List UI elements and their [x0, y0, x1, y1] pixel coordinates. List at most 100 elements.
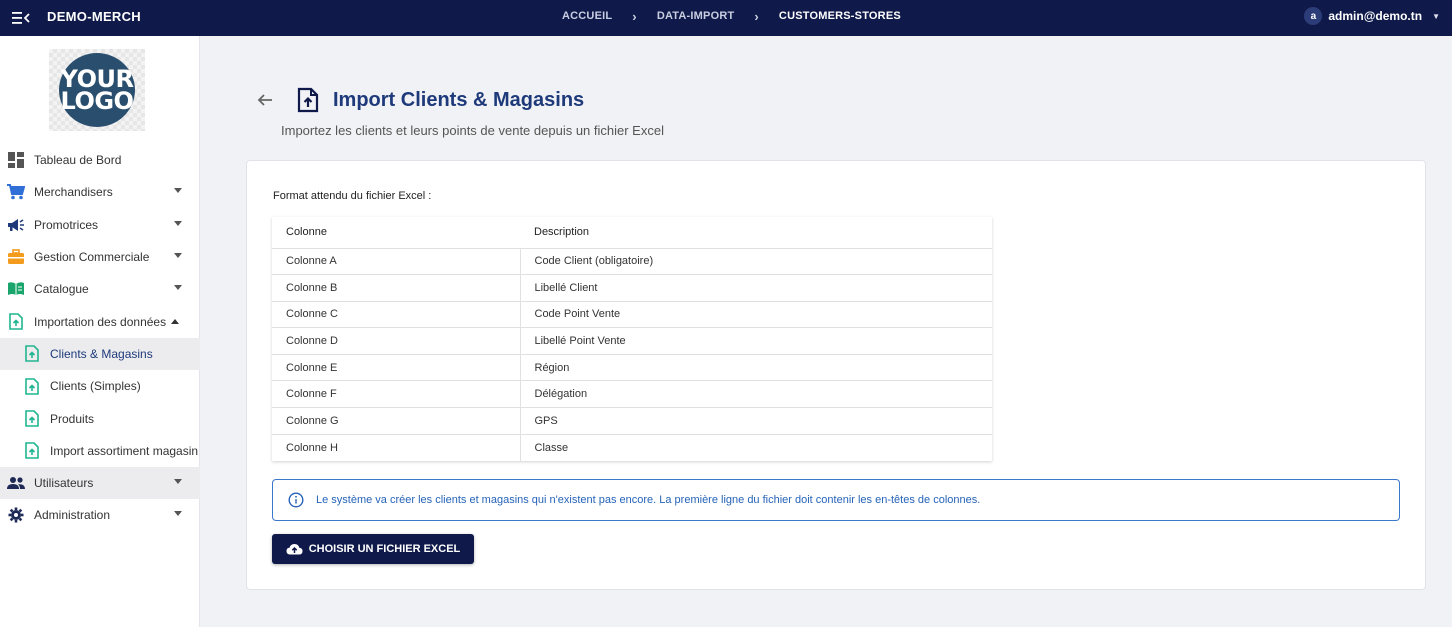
table-cell: Colonne E — [272, 354, 521, 382]
briefcase-icon — [7, 248, 25, 266]
file-upload-icon — [23, 345, 41, 363]
table-cell: Libellé Point Vente — [520, 327, 992, 355]
gear-icon — [7, 506, 25, 524]
table-row: Colonne F Délégation — [272, 380, 992, 409]
choose-excel-file-button[interactable]: CHOISIR UN FICHIER EXCEL — [272, 534, 474, 564]
file-upload-icon — [23, 442, 41, 460]
chevron-right-icon: › — [632, 8, 637, 24]
user-email: admin@demo.tn — [1328, 9, 1423, 23]
sidebar-nav: Tableau de Bord Merchandisers Promotrice… — [0, 144, 200, 532]
sidebar-item-tableau-de-bord[interactable]: Tableau de Bord — [0, 144, 200, 176]
breadcrumb-customers-stores: CUSTOMERS-STORES — [778, 10, 901, 22]
column-header: Description — [520, 217, 992, 249]
page-subtitle: Importez les clients et leurs points de … — [281, 123, 664, 138]
table-row: Colonne H Classe — [272, 434, 992, 461]
sidebar-item-import-assortiment-magasin[interactable]: Import assortiment magasin — [0, 435, 200, 467]
dashboard-icon — [7, 151, 25, 169]
chevron-down-icon — [174, 511, 182, 517]
table-cell: Classe — [534, 441, 569, 454]
sidebar-item-label: Utilisateurs — [34, 476, 94, 491]
table-cell: Libellé Client — [520, 274, 992, 302]
logo-mark: YOUR LOGO — [59, 53, 135, 127]
table-cell: Colonne F — [272, 380, 521, 409]
table-cell: Code Point Vente — [520, 301, 992, 329]
megaphone-icon — [7, 216, 25, 234]
sidebar-item-utilisateurs[interactable]: Utilisateurs — [0, 466, 200, 500]
table-cell: Colonne G — [272, 407, 521, 435]
table-row: Colonne C Code Point Vente — [272, 301, 992, 329]
sidebar-item-label: Importation des données — [34, 314, 167, 329]
caret-down-icon: ▼ — [1432, 11, 1440, 21]
book-icon — [7, 280, 25, 298]
chevron-up-icon — [171, 319, 180, 325]
sidebar-item-promotrices[interactable]: Promotrices — [0, 209, 200, 241]
cloud-upload-icon — [286, 544, 303, 555]
sidebar-item-administration[interactable]: Administration — [0, 499, 200, 531]
import-card: Format attendu du fichier Excel : Colonn… — [246, 160, 1426, 590]
sidebar-item-catalogue[interactable]: Catalogue — [0, 273, 200, 305]
format-table: Colonne Description Colonne A Code Clien… — [272, 217, 992, 461]
info-text: Le système va créer les clients et magas… — [316, 494, 981, 506]
table-header-row: Colonne Description — [272, 217, 992, 249]
sidebar-item-label: Tableau de Bord — [34, 153, 122, 168]
user-menu[interactable]: a admin@demo.tn ▼ — [1304, 7, 1440, 25]
chevron-down-icon — [174, 285, 182, 291]
info-alert: Le système va créer les clients et magas… — [272, 479, 1400, 521]
sidebar-item-label: Produits — [50, 411, 95, 426]
chevron-down-icon — [174, 252, 182, 258]
sidebar-item-label: Gestion Commerciale — [34, 250, 150, 265]
app-title: DEMO-MERCH — [47, 9, 141, 24]
info-icon — [288, 492, 304, 508]
table-row: Colonne B Libellé Client — [272, 274, 992, 302]
file-upload-icon — [7, 313, 25, 331]
sidebar-item-label: Administration — [34, 508, 111, 523]
table-row: Colonne A Code Client (obligatoire) — [272, 248, 992, 276]
sidebar-item-clients-simples[interactable]: Clients (Simples) — [0, 370, 200, 402]
table-cell: Colonne D — [272, 327, 521, 355]
table-row: Colonne D Libellé Point Vente — [272, 327, 992, 355]
sidebar-item-label: Promotrices — [34, 217, 99, 232]
breadcrumb-data-import[interactable]: DATA-IMPORT — [657, 10, 735, 22]
format-label: Format attendu du fichier Excel : — [273, 190, 432, 202]
sidebar-item-label: Import assortiment magasin — [50, 443, 199, 458]
sidebar-item-importation-des-donnees[interactable]: Importation des données — [0, 305, 200, 337]
sidebar-item-label: Merchandisers — [34, 185, 113, 200]
breadcrumb: ACCUEIL › DATA-IMPORT › CUSTOMERS-STORES — [562, 8, 901, 24]
sidebar-item-merchandisers[interactable]: Merchandisers — [0, 176, 200, 208]
table-cell: Colonne B — [272, 274, 521, 302]
page-title: Import Clients & Magasins — [333, 89, 585, 111]
company-logo: YOUR LOGO — [49, 49, 145, 131]
sidebar-item-clients-magasins[interactable]: Clients & Magasins — [0, 337, 200, 371]
top-app-bar: DEMO-MERCH ACCUEIL › DATA-IMPORT › CUSTO… — [0, 0, 1452, 36]
sidebar: YOUR LOGO Tableau de Bord Merchandisers … — [0, 36, 200, 627]
sidebar-item-gestion-commerciale[interactable]: Gestion Commerciale — [0, 241, 200, 273]
table-cell: Délégation — [520, 380, 992, 409]
menu-collapse-icon[interactable] — [12, 10, 30, 26]
sidebar-item-label: Clients (Simples) — [50, 379, 141, 394]
file-upload-icon — [23, 410, 41, 428]
table-cell: Colonne A — [272, 248, 521, 276]
button-label: CHOISIR UN FICHIER EXCEL — [308, 543, 461, 555]
table-cell: Région — [520, 354, 992, 382]
users-icon — [7, 474, 25, 492]
table-row: Colonne E Région — [272, 354, 992, 382]
cart-icon — [7, 183, 25, 201]
file-upload-icon — [23, 377, 41, 395]
sidebar-item-produits[interactable]: Produits — [0, 402, 200, 434]
table-cell: GPS — [520, 407, 992, 435]
chevron-down-icon — [174, 188, 182, 194]
breadcrumb-accueil[interactable]: ACCUEIL — [562, 10, 612, 22]
table-cell: Code Client (obligatoire) — [520, 248, 992, 276]
table-cell: Colonne C — [272, 301, 521, 329]
sidebar-item-label: Catalogue — [34, 282, 89, 297]
chevron-down-icon — [174, 220, 182, 226]
file-upload-icon — [297, 87, 319, 113]
table-row: Colonne G GPS — [272, 407, 992, 435]
back-arrow-icon[interactable] — [256, 91, 274, 109]
avatar: a — [1304, 7, 1323, 25]
column-header: Colonne — [272, 217, 520, 249]
table-cell: Colonne H — [272, 434, 521, 461]
chevron-down-icon — [174, 478, 182, 484]
chevron-right-icon: › — [754, 8, 759, 24]
sidebar-item-label: Clients & Magasins — [50, 346, 153, 361]
